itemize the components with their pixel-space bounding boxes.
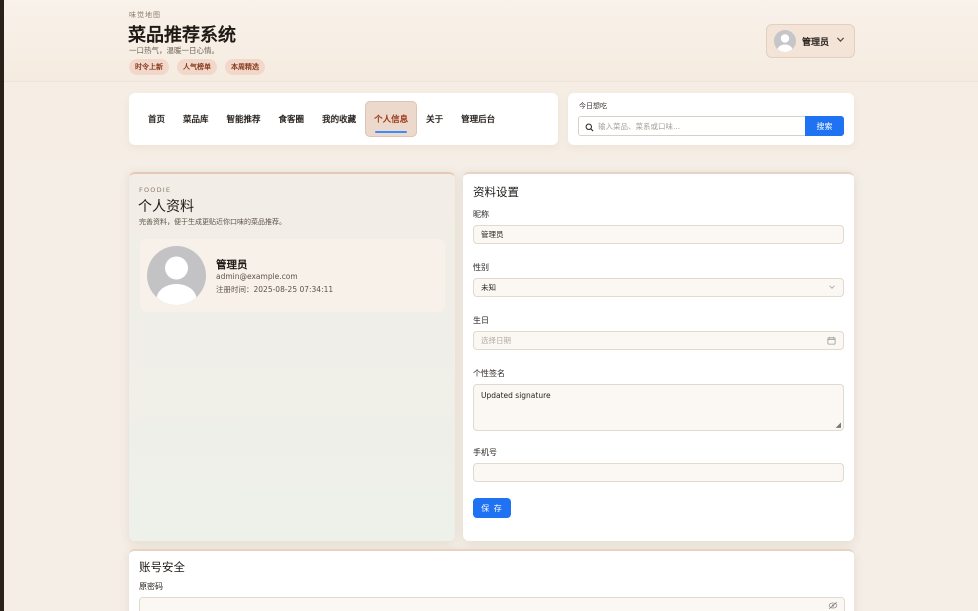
profile-card: FOODIE 个人资料 完善资料，便于生成更贴近你口味的菜品推荐。 管理员 ad…: [129, 172, 455, 541]
save-button[interactable]: 保 存: [473, 498, 511, 518]
nav-item-dishes[interactable]: 菜品库: [174, 101, 218, 137]
resize-grip-icon[interactable]: ◢: [836, 421, 841, 429]
birthday-picker[interactable]: 选择日期: [473, 331, 844, 350]
calendar-icon: [827, 336, 836, 347]
brand-kicker: 味觉地图: [129, 11, 161, 19]
brand-title: 菜品推荐系统: [128, 25, 236, 46]
nav-item-about[interactable]: 关于: [417, 101, 452, 137]
tag-weekly[interactable]: 本周精选: [225, 59, 265, 75]
settings-title: 资料设置: [473, 185, 519, 199]
search-card: 今日想吃 搜索: [568, 93, 854, 145]
nav-item-community[interactable]: 食客圈: [270, 101, 314, 137]
birthday-label: 生日: [473, 316, 489, 325]
user-registered: 注册时间：2025-08-25 07:34:11: [216, 285, 334, 294]
nav-item-home[interactable]: 首页: [139, 101, 174, 137]
security-title: 账号安全: [139, 560, 185, 574]
signature-label: 个性签名: [473, 369, 505, 378]
tag-popular[interactable]: 人气榜单: [177, 59, 217, 75]
nickname-label: 昵称: [473, 210, 489, 219]
search-label: 今日想吃: [579, 102, 607, 110]
birthday-placeholder: 选择日期: [481, 336, 511, 345]
brand-subtitle: 一口热气，温暖一日心情。: [129, 46, 219, 55]
signature-textarea[interactable]: Updated signature ◢: [473, 384, 844, 431]
profile-title: 个人资料: [138, 199, 194, 215]
user-menu-name: 管理员: [802, 37, 830, 48]
user-summary: 管理员 admin@example.com 注册时间：2025-08-25 07…: [140, 239, 445, 312]
search-box: [578, 116, 806, 136]
profile-subtitle: 完善资料，便于生成更贴近你口味的菜品推荐。: [139, 218, 286, 226]
security-card: 账号安全 原密码: [129, 549, 854, 611]
profile-kicker: FOODIE: [139, 186, 172, 194]
main-nav: 首页 菜品库 智能推荐 食客圈 我的收藏 个人信息 关于 管理后台: [129, 93, 558, 145]
nav-item-profile[interactable]: 个人信息: [365, 101, 418, 137]
old-password-label: 原密码: [139, 582, 163, 591]
signature-value: Updated signature: [481, 391, 551, 400]
chevron-down-icon: [836, 35, 845, 47]
old-password-field[interactable]: [139, 597, 845, 611]
window-edge: [0, 0, 4, 611]
chevron-down-icon: [828, 283, 836, 293]
gender-label: 性别: [473, 263, 489, 272]
settings-card: 资料设置 昵称 管理员 性别 未知 生日 选择日期 个性签名 Updated s…: [463, 172, 854, 541]
tag-list: 时令上新 人气榜单 本周精选: [129, 59, 265, 75]
search-button[interactable]: 搜索: [805, 116, 844, 136]
nav-item-favorites[interactable]: 我的收藏: [313, 101, 365, 137]
nickname-value: 管理员: [481, 230, 504, 239]
search-input[interactable]: [598, 121, 798, 131]
user-name: 管理员: [216, 259, 248, 271]
avatar: [147, 246, 206, 305]
search-icon: [585, 117, 594, 136]
nav-item-recommend[interactable]: 智能推荐: [218, 101, 270, 137]
phone-label: 手机号: [473, 448, 497, 457]
tag-seasonal[interactable]: 时令上新: [129, 59, 169, 75]
eye-off-icon[interactable]: [828, 601, 838, 611]
user-menu-button[interactable]: 管理员: [766, 24, 855, 58]
gender-value: 未知: [481, 283, 496, 292]
user-avatar-icon: [156, 256, 197, 305]
phone-field[interactable]: [473, 463, 844, 482]
user-avatar-icon: [774, 30, 796, 52]
nav-item-admin[interactable]: 管理后台: [452, 101, 504, 137]
gender-select[interactable]: 未知: [473, 278, 844, 297]
nickname-field[interactable]: 管理员: [473, 225, 844, 244]
user-email: admin@example.com: [216, 272, 298, 281]
